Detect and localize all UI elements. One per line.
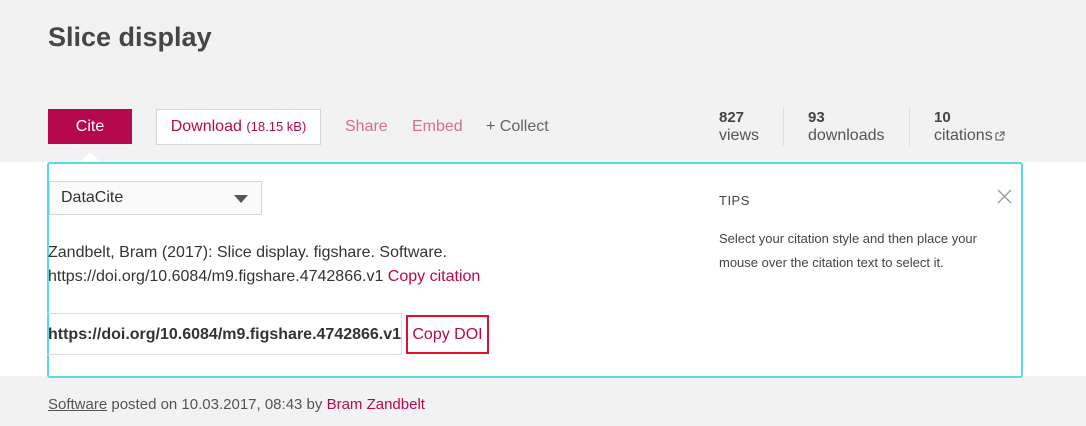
stat-views: 827 views <box>719 109 759 145</box>
cite-button[interactable]: Cite <box>48 109 132 144</box>
chevron-down-icon <box>234 195 248 203</box>
stat-downloads: 93 downloads <box>808 109 885 145</box>
copy-doi-button[interactable]: Copy DOI <box>406 315 489 354</box>
item-type-link[interactable]: Software <box>48 396 107 413</box>
stat-divider <box>783 108 784 146</box>
citation-style-value: DataCite <box>61 189 124 206</box>
citation-style-select[interactable]: DataCite <box>49 181 262 215</box>
tips-title: TIPS <box>719 193 750 208</box>
collect-link[interactable]: + Collect <box>486 118 549 136</box>
download-button[interactable]: Download (18.15 kB) <box>156 109 321 145</box>
copy-citation-link[interactable]: Copy citation <box>388 268 481 285</box>
stat-downloads-value: 93 <box>808 109 825 126</box>
citation-doi: https://doi.org/10.6084/m9.figshare.4742… <box>48 268 384 285</box>
item-meta: Software posted on 10.03.2017, 08:43 by … <box>48 396 425 413</box>
share-link[interactable]: Share <box>345 118 388 136</box>
stat-views-value: 827 <box>719 109 745 126</box>
stat-citations[interactable]: 10 citations <box>934 109 1005 147</box>
embed-link[interactable]: Embed <box>412 118 463 136</box>
cite-caret <box>80 152 100 162</box>
stat-divider <box>909 108 910 146</box>
external-link-icon <box>993 131 1006 143</box>
close-icon[interactable] <box>996 188 1013 205</box>
citation-line-2: https://doi.org/10.6084/m9.figshare.4742… <box>48 265 668 289</box>
item-header: Slice display Cite Download (18.15 kB) S… <box>0 0 1086 162</box>
stat-citations-label: citations <box>934 127 993 144</box>
citation-text: Zandbelt, Bram (2017): Slice display. fi… <box>48 241 668 289</box>
page-title: Slice display <box>48 22 212 52</box>
tips-text: Select your citation style and then plac… <box>719 231 977 270</box>
stat-downloads-label: downloads <box>808 127 885 144</box>
download-label: Download <box>170 118 242 135</box>
posted-text: posted on 10.03.2017, 08:43 by <box>111 396 323 413</box>
author-link[interactable]: Bram Zandbelt <box>327 396 425 413</box>
citation-line-1: Zandbelt, Bram (2017): Slice display. fi… <box>48 244 447 261</box>
stat-views-label: views <box>719 127 760 144</box>
doi-field[interactable]: https://doi.org/10.6084/m9.figshare.4742… <box>47 313 402 355</box>
download-size: (18.15 kB) <box>246 119 307 134</box>
stat-citations-value: 10 <box>934 109 951 126</box>
